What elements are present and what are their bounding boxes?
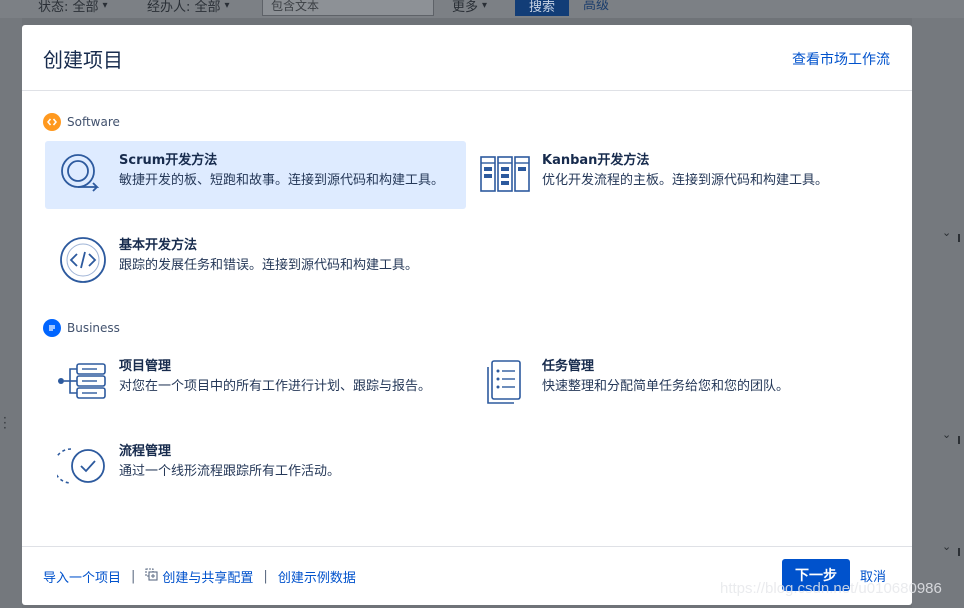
project-hierarchy-icon [57,355,109,407]
option-project-management-desc: 对您在一个项目中的所有工作进行计划、跟踪与报告。 [119,379,432,394]
footer-separator: | [131,569,136,584]
status-filter: 状态: 全部 ▾ [38,0,108,16]
option-basic[interactable]: 基本开发方法 跟踪的发展任务和错误。连接到源代码和构建工具。 [45,226,466,294]
footer-separator: | [263,569,268,584]
scrum-cycle-icon [57,149,109,201]
text-filter-input: 包含文本 [262,0,434,16]
option-process-management-desc: 通过一个线形流程跟踪所有工作活动。 [119,464,341,479]
watermark: https://blog.csdn.net/u010680986 [720,580,942,597]
drag-handle-icon: · · · [3,411,7,435]
assignee-filter: 经办人: 全部 ▾ [147,0,230,16]
option-process-management[interactable]: 流程管理 通过一个线形流程跟踪所有工作活动。 [45,432,466,500]
status-filter-label: 状态: 全部 [38,0,99,15]
background-left-gutter: · · · [0,18,22,608]
more-filter-label: 更多 [452,0,479,15]
option-kanban-desc: 优化开发流程的主板。连接到源代码和构建工具。 [542,173,829,188]
option-scrum[interactable]: Scrum开发方法 敏捷开发的板、短跑和故事。连接到源代码和构建工具。 [45,141,466,209]
code-icon [43,113,61,131]
background-right-panel: ⌄ ⌄ ⌄ [912,18,964,608]
chevron-down-icon: ▾ [482,0,488,11]
section-business: Business [43,319,120,337]
dialog-title: 创建项目 [43,48,123,72]
create-shared-config-link[interactable]: 创建与共享配置 [145,567,253,586]
option-process-management-name: 流程管理 [119,444,172,459]
background-marker [958,234,960,242]
option-project-management-name: 项目管理 [119,359,172,374]
create-project-dialog: 创建项目 查看市场工作流 Software Scrum开发方法 敏捷开发的板、短… [22,25,912,605]
chevron-down-icon: ⌄ [942,226,952,239]
option-task-management-name: 任务管理 [542,359,595,374]
import-project-link[interactable]: 导入一个项目 [43,567,121,586]
kanban-board-icon [480,149,532,201]
code-brackets-icon [57,234,109,286]
section-business-label: Business [67,321,120,335]
option-task-management[interactable]: 任务管理 快速整理和分配简单任务给您和您的团队。 [468,347,889,415]
copy-icon [145,568,158,585]
option-project-management[interactable]: 项目管理 对您在一个项目中的所有工作进行计划、跟踪与报告。 [45,347,466,415]
dialog-header: 创建项目 查看市场工作流 [22,25,912,91]
option-basic-desc: 跟踪的发展任务和错误。连接到源代码和构建工具。 [119,258,419,273]
footer-links: 导入一个项目 | 创建与共享配置 | 创建示例数据 [43,567,356,586]
background-marker [958,548,960,556]
document-icon [43,319,61,337]
chevron-down-icon: ▾ [102,0,108,11]
background-marker [958,436,960,444]
option-kanban[interactable]: Kanban开发方法 优化开发流程的主板。连接到源代码和构建工具。 [468,141,889,209]
background-search-button: 搜索 [515,0,569,16]
section-software: Software [43,113,120,131]
assignee-filter-label: 经办人: 全部 [147,0,221,15]
check-circle-icon [53,440,109,492]
more-filter: 更多 ▾ [452,0,487,16]
section-software-label: Software [67,115,120,129]
option-scrum-desc: 敏捷开发的板、短跑和故事。连接到源代码和构建工具。 [119,173,445,188]
checklist-icon [480,355,532,407]
option-basic-name: 基本开发方法 [119,238,198,253]
chevron-down-icon: ▾ [224,0,230,11]
chevron-down-icon: ⌄ [942,540,952,553]
option-task-management-desc: 快速整理和分配简单任务给您和您的团队。 [542,379,790,394]
option-kanban-name: Kanban开发方法 [542,153,650,168]
create-sample-data-link[interactable]: 创建示例数据 [278,567,356,586]
option-scrum-name: Scrum开发方法 [119,153,218,168]
create-shared-config-label: 创建与共享配置 [162,571,254,586]
background-advanced-link: 高级 [583,0,610,13]
chevron-down-icon: ⌄ [942,428,952,441]
marketplace-workflows-link[interactable]: 查看市场工作流 [792,49,890,69]
